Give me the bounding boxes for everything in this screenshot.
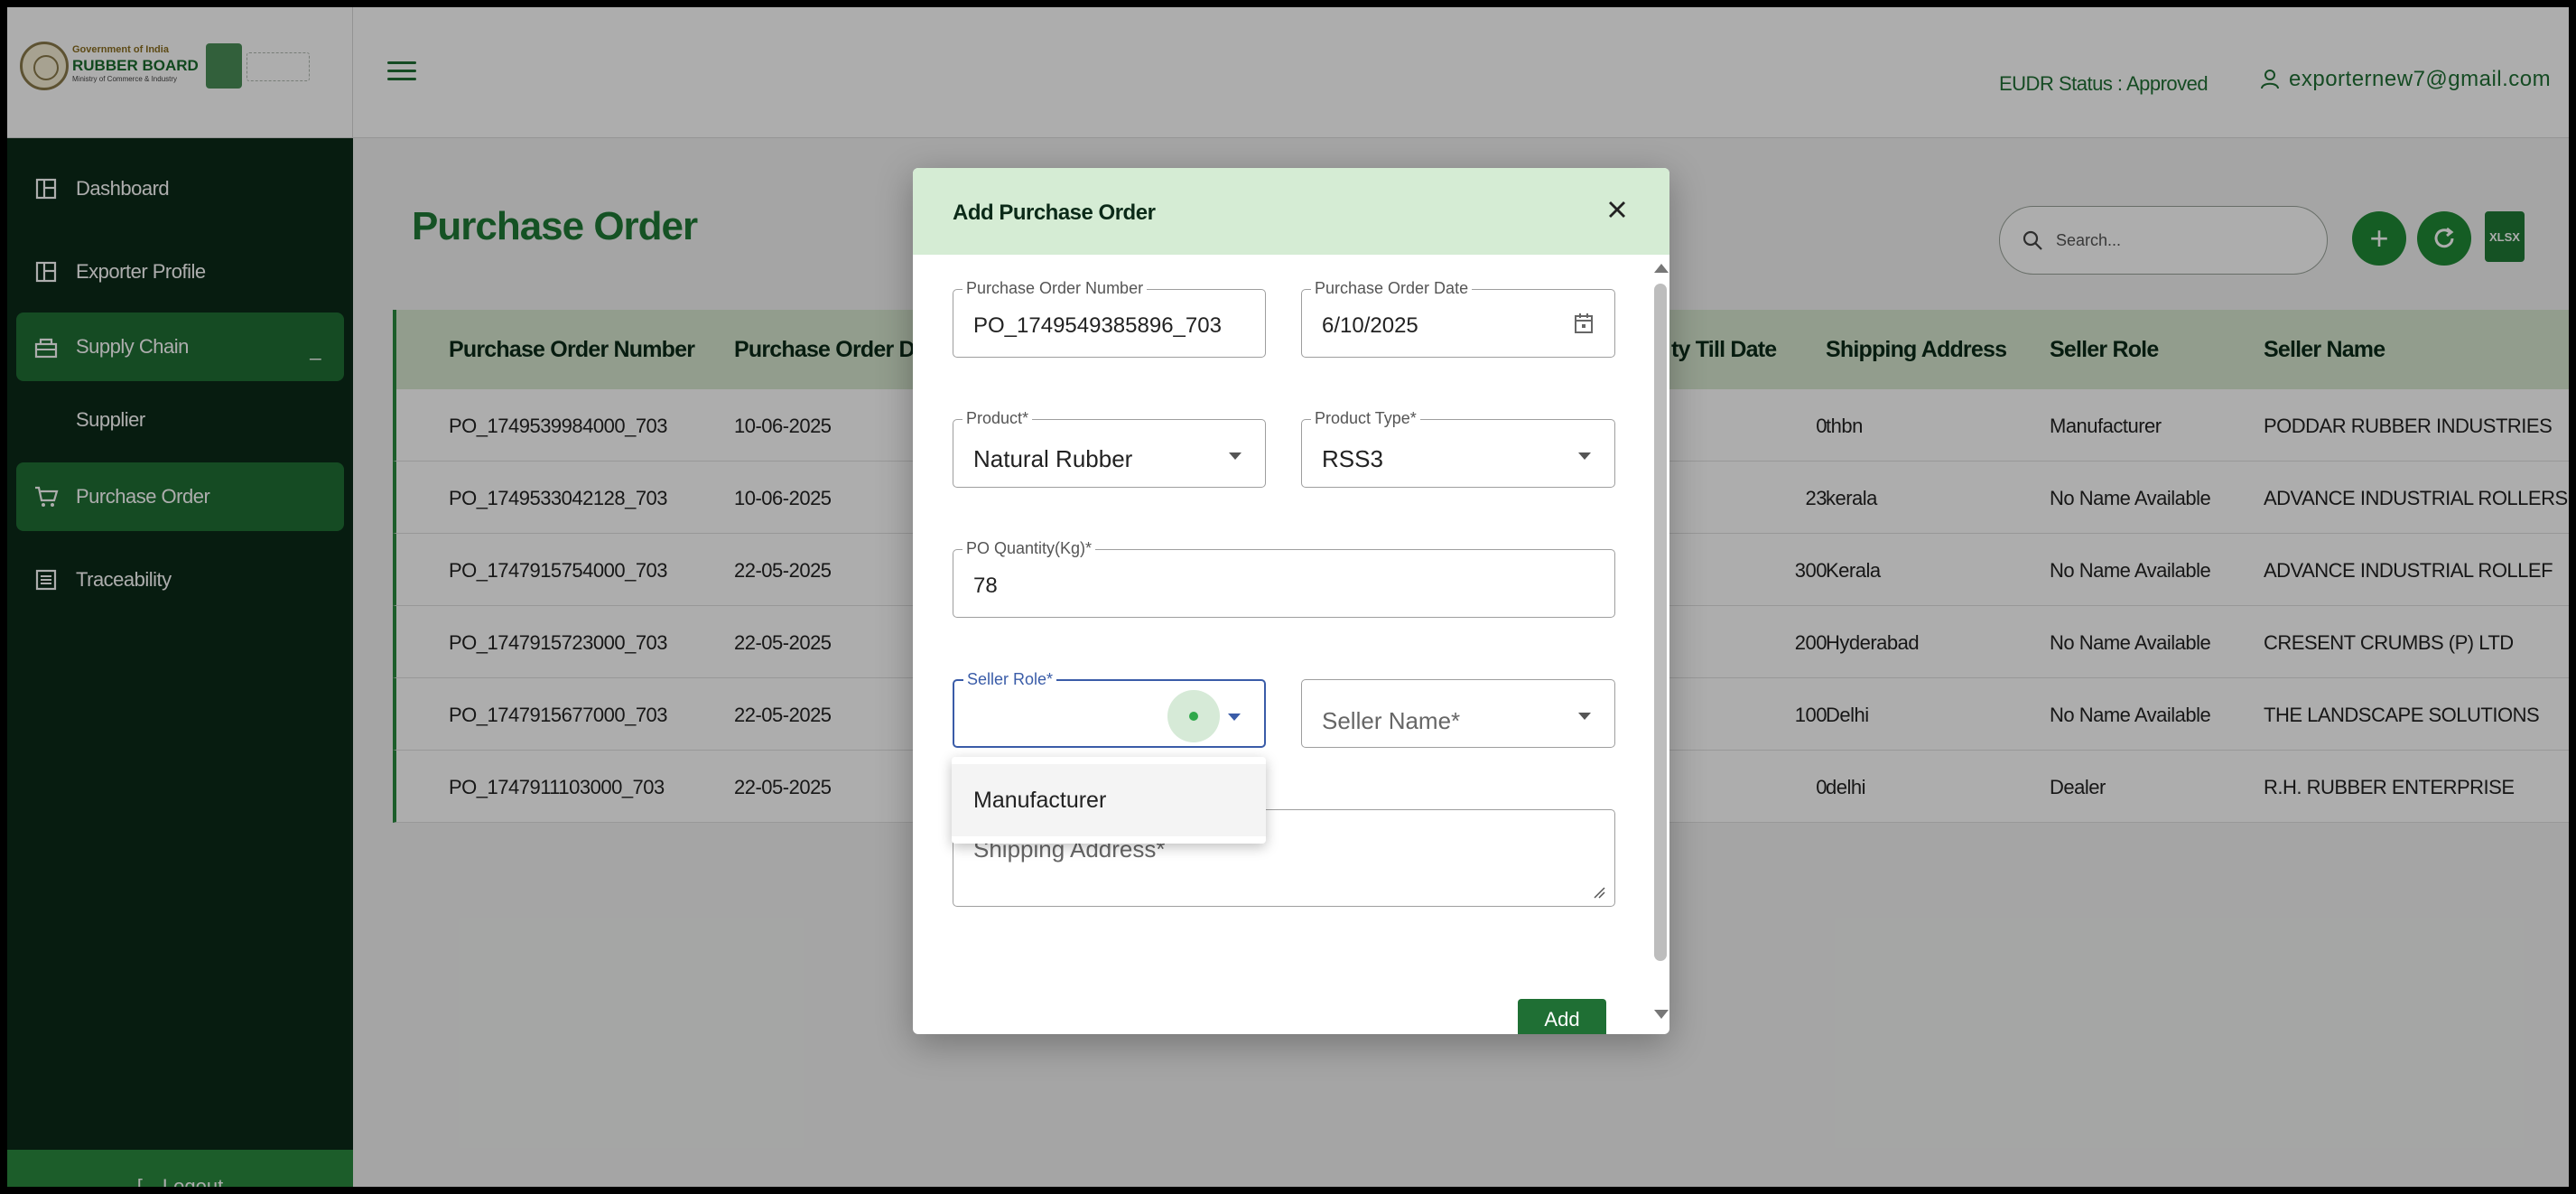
scroll-down-icon[interactable] [1654,1010,1669,1019]
field-value: 78 [973,574,998,598]
field-label: Seller Role* [963,670,1057,689]
seller-role-select[interactable]: Seller Role* [953,670,1266,748]
dialog-header: Add Purchase Order [913,168,1669,255]
dialog-title: Add Purchase Order [953,201,1156,225]
field-value: Natural Rubber [973,445,1133,472]
field-placeholder: Seller Name* [1322,707,1461,734]
product-select[interactable]: Product* Natural Rubber [953,409,1266,488]
calendar-icon[interactable] [1573,312,1595,340]
app-frame: Government of India RUBBER BOARD Ministr… [7,7,2569,1187]
field-label: PO Quantity(Kg)* [963,539,1096,558]
field-value: RSS3 [1322,445,1383,472]
product-type-select[interactable]: Product Type* RSS3 [1301,409,1615,488]
po-number-field[interactable]: Purchase Order Number PO_1749549385896_7… [953,279,1266,358]
scroll-up-icon[interactable] [1654,264,1669,273]
po-date-field[interactable]: Purchase Order Date 6/10/2025 [1301,279,1615,358]
chevron-down-icon [1229,452,1242,460]
field-value: 6/10/2025 [1322,313,1418,338]
chevron-down-icon [1578,713,1591,720]
add-button[interactable]: Add [1518,999,1606,1034]
dropdown-option[interactable]: Manufacturer [952,764,1266,836]
close-icon[interactable] [1599,191,1635,228]
field-value: PO_1749549385896_703 [973,313,1222,338]
po-quantity-field[interactable]: PO Quantity(Kg)* 78 [953,539,1615,618]
resize-handle-icon[interactable] [1591,884,1605,899]
dialog-scrollbar[interactable] [1653,260,1669,1028]
field-label: Purchase Order Number [963,279,1148,298]
field-label: Product Type* [1311,409,1420,428]
focus-ripple [1167,690,1220,742]
chevron-down-icon [1578,452,1591,460]
scrollbar-thumb[interactable] [1654,284,1667,961]
add-purchase-order-dialog: Add Purchase Order Purchase Order Number… [913,168,1669,1034]
field-label: Purchase Order Date [1311,279,1473,298]
chevron-down-icon [1228,714,1241,721]
seller-name-select[interactable]: Seller Name* [1301,679,1615,748]
field-label: Product* [963,409,1033,428]
seller-role-dropdown: Manufacturer [952,757,1266,844]
